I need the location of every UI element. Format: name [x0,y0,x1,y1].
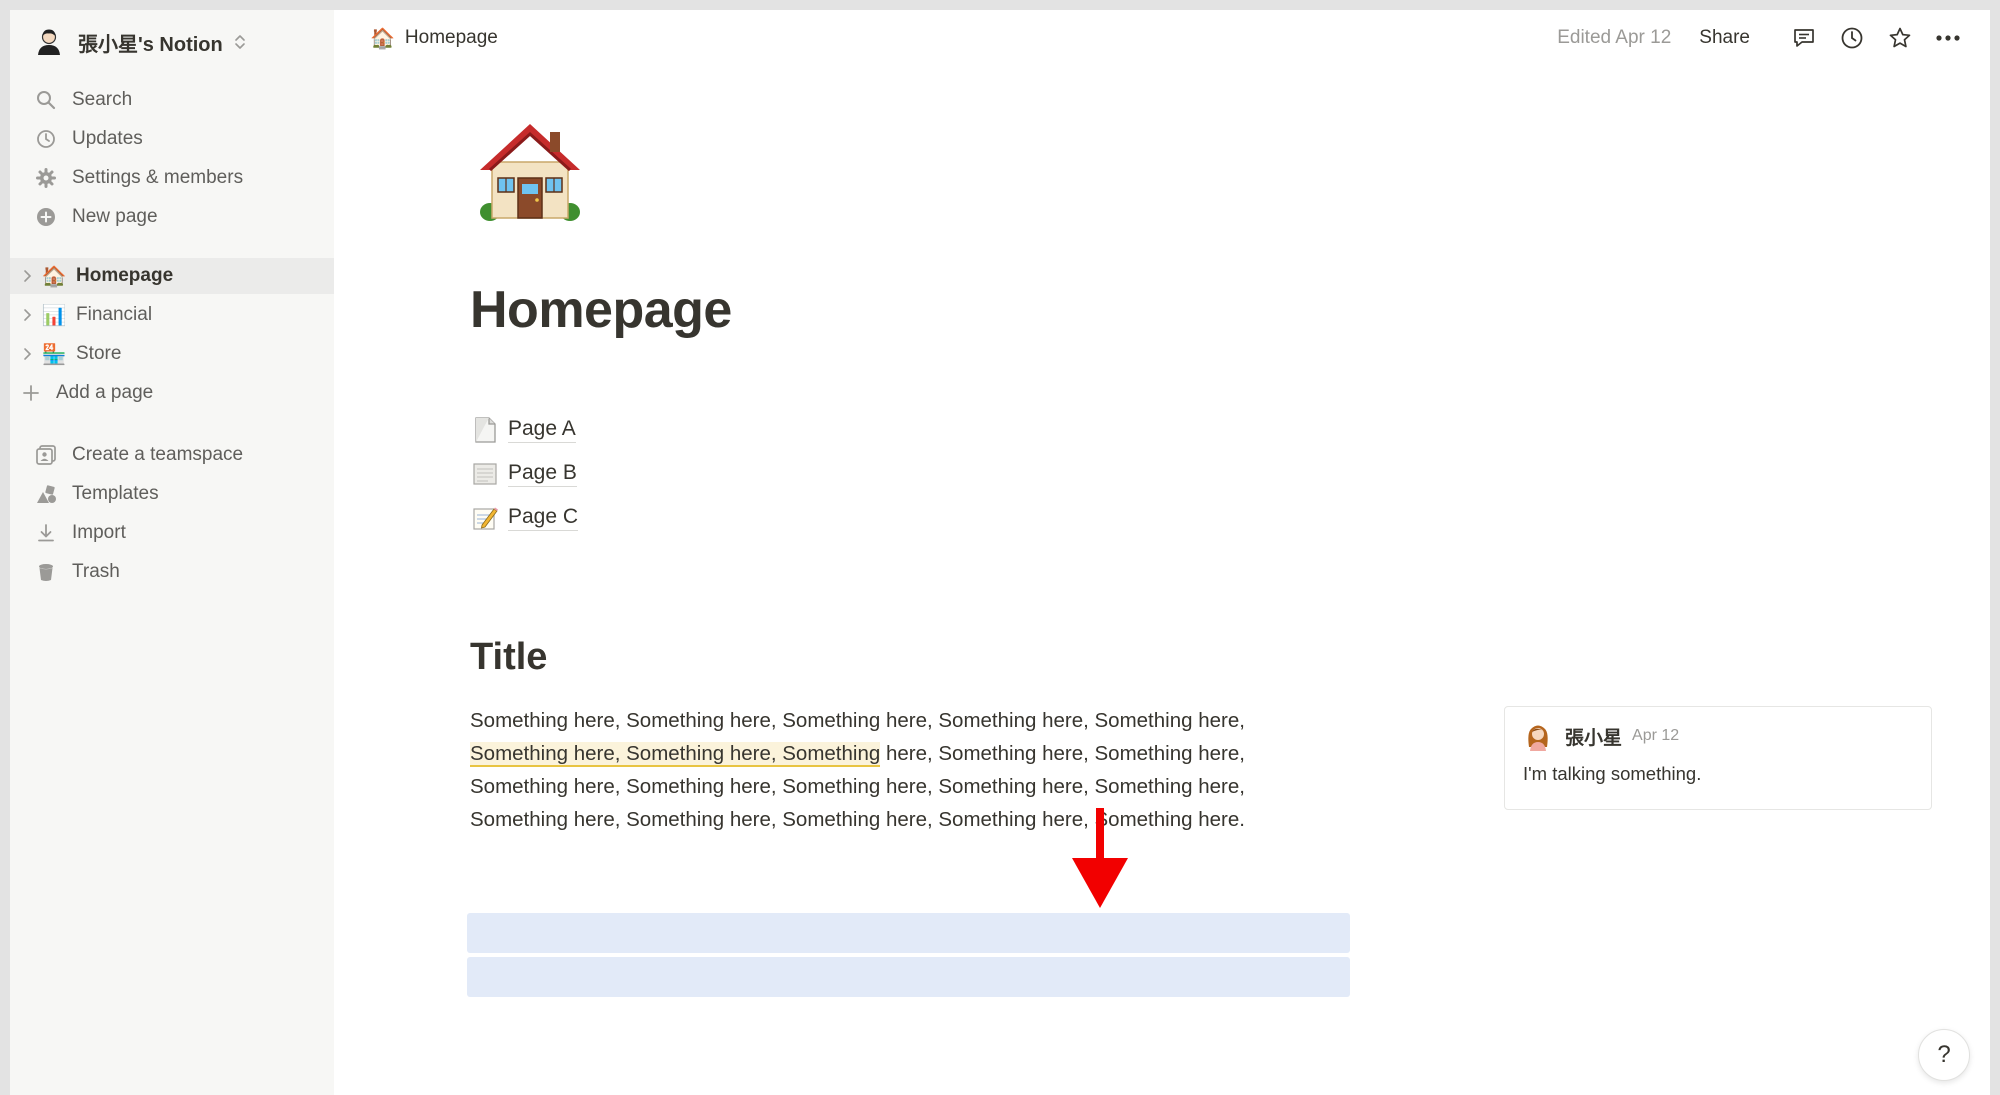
sidebar-item-label: Updates [72,128,143,149]
gear-icon [34,166,58,190]
workspace-avatar [34,27,64,57]
comments-icon[interactable] [1788,22,1820,54]
sidebar-item-label: Financial [76,304,153,325]
chevron-right-icon[interactable] [22,308,36,322]
sidebar-new-page[interactable]: New page [20,199,334,235]
sidebar-updates[interactable]: Updates [20,121,334,157]
avatar [1523,721,1553,751]
commented-text-highlight[interactable]: Something here, Something here, Somethin… [470,742,881,767]
subpage-link-c[interactable]: Page C [472,500,579,536]
workspace-switcher[interactable]: 張小星's Notion [20,24,320,60]
sidebar-item-label: Create a teamspace [72,444,244,465]
sidebar-import[interactable]: Import [20,515,334,551]
sidebar-item-label: Store [76,343,122,364]
topbar: 🏠 Homepage Edited Apr 12 Share [334,10,1990,66]
sidebar-search[interactable]: Search [20,82,334,118]
help-button[interactable]: ? [1918,1029,1970,1081]
breadcrumb-label: Homepage [404,27,498,48]
comment-card[interactable]: 張小星 Apr 12 I'm talking something. [1504,706,1932,810]
chevron-updown-icon [233,33,247,51]
page-title[interactable]: Homepage [470,280,732,340]
house-icon: 🏠 [370,27,395,50]
sidebar-page-store[interactable]: 🏪 Store [10,336,334,372]
subpage-link-b[interactable]: Page B [472,456,577,492]
selected-empty-block[interactable] [467,957,1350,997]
sidebar-page-financial[interactable]: 📊 Financial [10,297,334,333]
bar-chart-icon: 📊 [41,304,67,327]
memo-icon [472,505,498,531]
topbar-actions: Edited Apr 12 Share [1557,10,1964,66]
chevron-right-icon[interactable] [22,347,36,361]
sidebar-item-label: Add a page [56,382,154,403]
star-icon[interactable] [1884,22,1916,54]
sidebar-item-label: Trash [72,561,120,582]
plus-icon [22,384,44,402]
document-icon [472,461,498,487]
chevron-right-icon[interactable] [22,269,36,283]
sidebar-item-label: Homepage [76,265,174,286]
sidebar-add-page[interactable]: Add a page [10,375,334,411]
selected-empty-block[interactable] [467,913,1350,953]
search-icon [34,88,58,112]
sidebar-item-label: Templates [72,483,159,504]
store-icon: 🏪 [41,343,67,366]
house-icon: 🏠 [41,265,67,288]
sidebar-item-label: Import [72,522,126,543]
subpage-link-a[interactable]: Page A [472,412,576,448]
section-heading[interactable]: Title [470,636,547,679]
sidebar-page-homepage[interactable]: 🏠 Homepage [10,258,334,294]
plus-circle-icon [34,205,58,229]
breadcrumb[interactable]: 🏠 Homepage [370,26,498,51]
paragraph-text: Something here, Something here, Somethin… [470,709,1245,732]
sidebar: 張小星's Notion Search Updates Settings & m… [10,10,334,1095]
share-button[interactable]: Share [1699,27,1750,49]
sidebar-settings[interactable]: Settings & members [20,160,334,196]
comment-header: 張小星 Apr 12 [1523,721,1679,751]
subpage-label: Page C [508,505,579,531]
clock-icon [34,127,58,151]
comment-author: 張小星 [1565,727,1623,749]
workspace-name: 張小星's Notion [78,33,223,56]
subpage-label: Page B [508,461,577,487]
sidebar-item-label: New page [72,206,158,227]
trash-icon [34,560,58,584]
red-arrow-annotation [1072,808,1128,908]
body-paragraph[interactable]: Something here, Something here, Somethin… [470,704,1340,836]
subpage-label: Page A [508,417,576,443]
more-icon[interactable] [1932,22,1964,54]
teamspace-icon [34,443,58,467]
edited-timestamp: Edited Apr 12 [1557,27,1672,48]
sidebar-item-label: Settings & members [72,167,244,188]
comment-text: I'm talking something. [1523,763,1702,784]
house-icon[interactable] [470,112,590,232]
sidebar-create-teamspace[interactable]: Create a teamspace [20,437,334,473]
sidebar-templates[interactable]: Templates [20,476,334,512]
history-icon[interactable] [1836,22,1868,54]
templates-icon [34,482,58,506]
sidebar-item-label: Search [72,89,133,110]
import-icon [34,521,58,545]
notion-window: 張小星's Notion Search Updates Settings & m… [10,10,1990,1095]
sidebar-trash[interactable]: Trash [20,554,334,590]
page-icon [472,417,498,443]
comment-date: Apr 12 [1632,727,1680,744]
